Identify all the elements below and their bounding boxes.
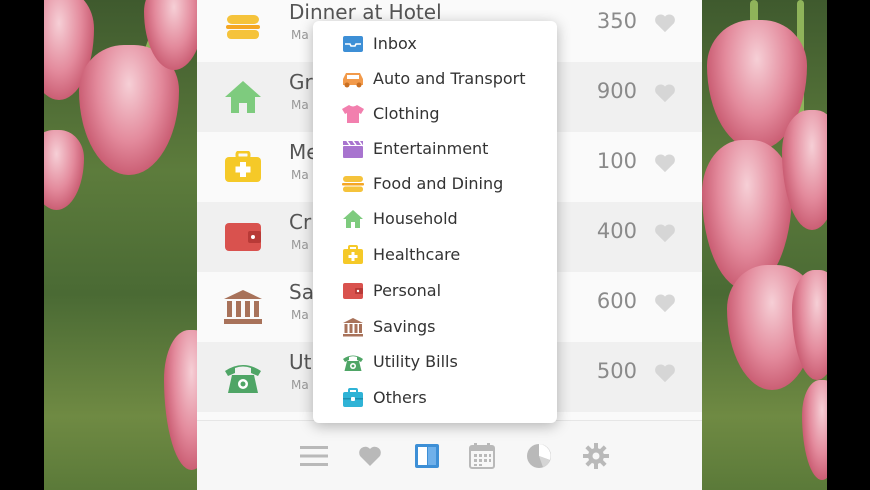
transaction-subtitle: Ma [291, 378, 309, 392]
book-icon [415, 444, 439, 468]
heart-icon[interactable] [654, 222, 676, 244]
menu-item-inbox[interactable]: Inbox [313, 26, 557, 61]
transaction-subtitle: Ma [291, 98, 309, 112]
menu-item-savings[interactable]: Savings [313, 309, 557, 344]
telephone-icon [341, 351, 365, 373]
house-icon [223, 77, 263, 117]
transaction-subtitle: Ma [291, 168, 309, 182]
house-icon [341, 208, 365, 230]
burger-icon [341, 173, 365, 195]
menu-item-personal[interactable]: Personal [313, 273, 557, 308]
inbox-icon [341, 33, 365, 55]
tab-favorites[interactable] [355, 441, 385, 471]
medkit-icon [223, 147, 263, 187]
briefcase-icon [341, 387, 365, 409]
heart-icon[interactable] [654, 152, 676, 174]
transaction-subtitle: Ma [291, 238, 309, 252]
menu-item-entertainment[interactable]: Entertainment [313, 131, 557, 166]
transaction-amount: 100 [596, 149, 637, 173]
tab-settings[interactable] [581, 441, 611, 471]
menu-item-label: Others [373, 388, 427, 407]
menu-item-label: Savings [373, 317, 436, 336]
tab-calendar[interactable] [467, 441, 497, 471]
menu-item-healthcare[interactable]: Healthcare [313, 237, 557, 272]
calendar-icon [469, 443, 495, 469]
transaction-subtitle: Ma [291, 308, 309, 322]
menu-item-others[interactable]: Others [313, 380, 557, 415]
tab-categories[interactable] [412, 441, 442, 471]
gear-icon [583, 443, 609, 469]
heart-icon[interactable] [654, 12, 676, 34]
wallet-icon [341, 280, 365, 302]
heart-icon[interactable] [654, 362, 676, 384]
bank-icon [341, 316, 365, 338]
pie-chart-icon [527, 444, 551, 468]
menu-item-food-and-dining[interactable]: Food and Dining [313, 166, 557, 201]
background-photo-left [44, 0, 204, 490]
tshirt-icon [341, 103, 365, 125]
menu-icon [300, 446, 328, 466]
menu-item-utility-bills[interactable]: Utility Bills [313, 344, 557, 379]
transaction-amount: 900 [596, 79, 637, 103]
menu-item-label: Entertainment [373, 139, 489, 158]
menu-item-auto-and-transport[interactable]: Auto and Transport [313, 61, 557, 96]
menu-item-label: Clothing [373, 104, 440, 123]
menu-item-label: Inbox [373, 34, 417, 53]
food-icon [223, 7, 263, 47]
menu-item-clothing[interactable]: Clothing [313, 96, 557, 131]
menu-item-label: Household [373, 209, 458, 228]
bank-icon [223, 287, 263, 327]
background-photo-right [702, 0, 827, 490]
heart-icon[interactable] [654, 82, 676, 104]
transaction-amount: 350 [596, 9, 637, 33]
transaction-amount: 400 [596, 219, 637, 243]
tab-bar [197, 420, 702, 490]
menu-item-label: Food and Dining [373, 174, 504, 193]
medkit-icon [341, 244, 365, 266]
menu-item-label: Personal [373, 281, 442, 300]
transaction-subtitle: Ma [291, 28, 309, 42]
tab-reports[interactable] [524, 441, 554, 471]
transaction-title: Cr [289, 210, 312, 234]
category-menu: Inbox Auto and Transport Clothing Entert… [313, 21, 557, 423]
car-icon [341, 68, 365, 90]
telephone-icon [223, 357, 263, 397]
transaction-amount: 500 [596, 359, 637, 383]
menu-item-label: Healthcare [373, 245, 461, 264]
menu-item-household[interactable]: Household [313, 201, 557, 236]
menu-item-label: Utility Bills [373, 352, 458, 371]
transaction-amount: 600 [596, 289, 637, 313]
transaction-title: Gr [289, 70, 313, 94]
menu-item-label: Auto and Transport [373, 69, 526, 88]
heart-icon [359, 446, 381, 466]
heart-icon[interactable] [654, 292, 676, 314]
clapperboard-icon [341, 138, 365, 160]
transaction-title: Sa [289, 280, 314, 304]
tab-menu[interactable] [299, 441, 329, 471]
wallet-icon [223, 217, 263, 257]
